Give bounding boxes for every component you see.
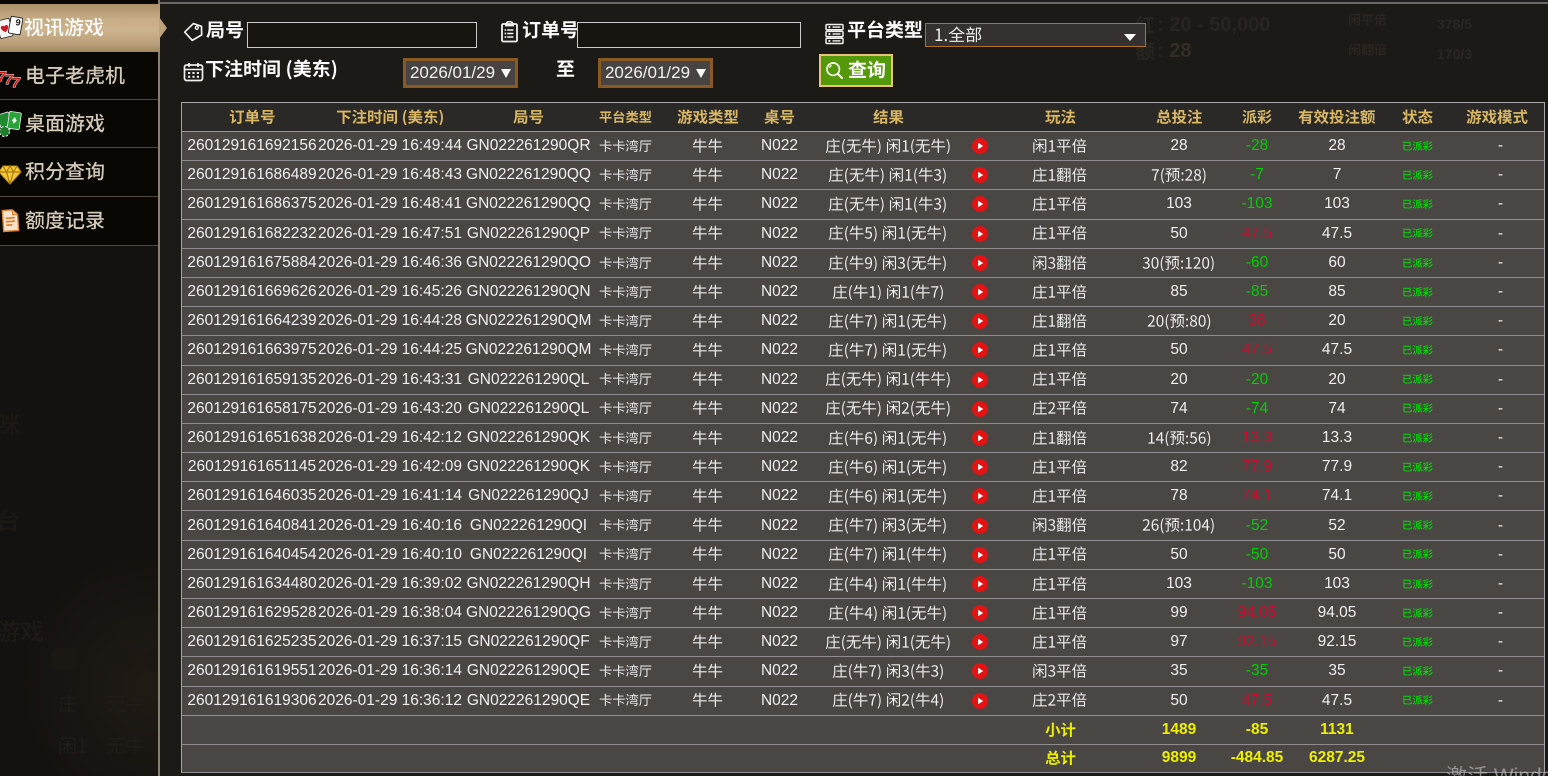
svg-text:7: 7	[12, 74, 21, 90]
